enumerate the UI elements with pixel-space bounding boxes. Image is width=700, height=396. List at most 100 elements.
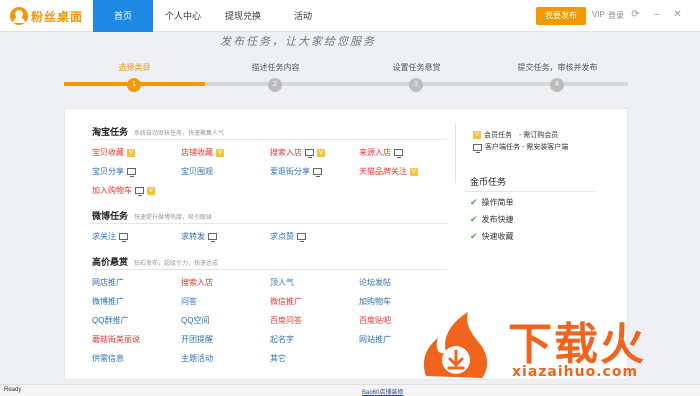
taobao-item[interactable]: 宝贝收藏 V <box>92 147 135 158</box>
premium-item[interactable]: 微博推广 <box>92 296 124 307</box>
step-number: 1 <box>127 78 141 92</box>
taobao-item[interactable]: 店铺收藏 V <box>181 147 224 158</box>
member-badge-icon: V <box>147 186 155 195</box>
taobao-item[interactable]: 搜索入店 V <box>270 147 325 158</box>
pc-client-icon <box>297 233 306 242</box>
pc-client-icon <box>313 168 322 177</box>
pc-client-icon <box>208 233 217 242</box>
logo-icon <box>10 7 28 25</box>
member-badge-icon: V <box>216 148 224 157</box>
premium-item[interactable]: 网站推广 <box>359 334 391 345</box>
step-label: 设置任务悬赏 <box>392 63 441 72</box>
premium-item[interactable]: 百度贴吧 <box>359 315 391 326</box>
step-label: 描述任务内容 <box>251 63 300 72</box>
step-2: 描述任务内容 2 <box>205 62 346 92</box>
pc-client-icon <box>135 187 144 196</box>
section-divider <box>92 269 447 270</box>
premium-item[interactable]: 起名字 <box>270 334 294 345</box>
premium-item[interactable]: 搜索入店 <box>181 277 213 288</box>
nav-personal-center[interactable]: 个人中心 <box>153 0 213 32</box>
taobao-section-title: 淘宝任务 系统自动审核任务，快速聚集人气 <box>92 125 224 138</box>
section-subtitle: 钻石发布，超级引力，快速达成 <box>134 261 219 267</box>
premium-item[interactable]: 蘑菇街美丽说 <box>92 334 140 345</box>
legend-member-text: 会员任务 - 需订购会员 <box>484 132 559 139</box>
section-divider <box>92 223 447 224</box>
publish-button[interactable]: 我要发布 <box>536 7 586 25</box>
taobao-item[interactable]: 爱逛街分享 <box>270 166 322 177</box>
step-number: 4 <box>550 78 564 92</box>
premium-item[interactable]: 问答 <box>181 296 197 307</box>
member-badge-icon: V <box>473 131 481 139</box>
weibo-item[interactable]: 求点赞 <box>270 231 306 242</box>
section-subtitle: 系统自动审核任务，快速聚集人气 <box>134 131 225 137</box>
check-icon: ✔ <box>470 214 478 224</box>
app-logo[interactable]: 粉丝桌面 <box>10 6 83 26</box>
premium-item[interactable]: 供需信息 <box>92 353 124 364</box>
pc-client-icon <box>473 143 482 153</box>
premium-item[interactable]: QQ空间 <box>181 315 209 326</box>
step-label: 选择类目 <box>118 63 151 72</box>
section-divider <box>92 139 447 140</box>
step-progress: 选择类目 1 描述任务内容 2 设置任务悬赏 3 提交任务，审核并发布 4 <box>64 62 628 102</box>
step-number: 2 <box>268 78 282 92</box>
premium-item[interactable]: 百度问答 <box>270 315 302 326</box>
member-badge-icon: V <box>127 148 135 157</box>
step-4: 提交任务，审核并发布 4 <box>487 62 628 92</box>
nav-withdraw[interactable]: 提现兑换 <box>213 0 273 32</box>
main-nav: 首页 个人中心 提现兑换 活动 <box>93 0 333 32</box>
member-badge-icon: V <box>410 167 418 176</box>
premium-item[interactable]: 主题活动 <box>181 353 213 364</box>
weibo-section-title: 微博任务 快速提升微博热度，吸引眼球 <box>92 209 212 222</box>
step-3: 设置任务悬赏 3 <box>346 62 487 92</box>
status-link[interactable]: Bao60店铺装修 <box>362 387 403 396</box>
premium-item[interactable]: 开团提醒 <box>181 334 213 345</box>
coin-task-title: 金币任务 <box>470 177 507 187</box>
legend-member: V 会员任务 - 需订购会员 <box>473 130 558 140</box>
coin-feature: ✔ 发布快捷 <box>470 214 514 224</box>
premium-item[interactable]: 网店推广 <box>92 277 124 288</box>
pc-client-icon <box>119 233 128 242</box>
minimize-icon[interactable]: – <box>651 9 662 20</box>
premium-item[interactable]: 其它 <box>270 353 286 364</box>
taobao-item[interactable]: 天猫品牌关注 V <box>359 166 418 177</box>
check-icon: ✔ <box>470 231 478 241</box>
nav-activity[interactable]: 活动 <box>273 0 333 32</box>
premium-item[interactable]: QQ群推广 <box>92 315 128 326</box>
close-icon[interactable]: ✕ <box>672 9 683 20</box>
taobao-item[interactable]: 来源入店 <box>359 147 403 158</box>
premium-item[interactable]: 加购物车 <box>359 296 391 307</box>
premium-item[interactable]: 顶人气 <box>270 277 294 288</box>
legend-client-text: 客户端任务 - 需安装客户端 <box>485 144 569 151</box>
member-badge-icon: V <box>317 148 325 157</box>
vip-link[interactable]: VIP <box>592 10 605 19</box>
app-name: 粉丝桌面 <box>31 9 84 24</box>
nav-home[interactable]: 首页 <box>93 0 153 32</box>
section-title-text: 淘宝任务 <box>92 127 129 137</box>
flame-logo-icon <box>423 312 488 378</box>
premium-section-title: 高价悬赏 钻石发布，超级引力，快速达成 <box>92 255 218 268</box>
taobao-item[interactable]: 加入购物车 V <box>92 185 155 196</box>
watermark-url: xiazaihuo.com <box>512 364 639 380</box>
legend-client: 客户端任务 - 需安装客户端 <box>473 142 569 153</box>
premium-item[interactable]: 微信推广 <box>270 296 302 307</box>
premium-item[interactable]: 论坛发帖 <box>359 277 391 288</box>
top-bar: 粉丝桌面 首页 个人中心 提现兑换 活动 我要发布 VIP 登录 ⟳ – ✕ <box>0 0 700 32</box>
weibo-item[interactable]: 求转发 <box>181 231 217 242</box>
taobao-item[interactable]: 宝贝围观 <box>181 166 213 177</box>
vertical-divider <box>455 123 456 183</box>
status-text: Ready <box>4 387 22 393</box>
weibo-item[interactable]: 求关注 <box>92 231 128 242</box>
refresh-icon[interactable]: ⟳ <box>630 9 641 20</box>
section-subtitle: 快速提升微博热度，吸引眼球 <box>134 215 213 221</box>
coin-feature: ✔ 操作简单 <box>470 197 514 207</box>
step-number: 3 <box>409 78 423 92</box>
watermark-text: 下载火 <box>508 319 646 370</box>
watermark: 下载火 xiazaihuo.com <box>416 300 700 390</box>
login-link[interactable]: 登录 <box>608 10 624 21</box>
pc-client-icon <box>127 168 136 177</box>
pc-client-icon <box>394 149 403 158</box>
pc-client-icon <box>305 149 314 158</box>
taobao-item[interactable]: 宝贝分享 <box>92 166 136 177</box>
section-title-text: 微博任务 <box>92 211 129 221</box>
step-label: 提交任务，审核并发布 <box>517 63 598 72</box>
